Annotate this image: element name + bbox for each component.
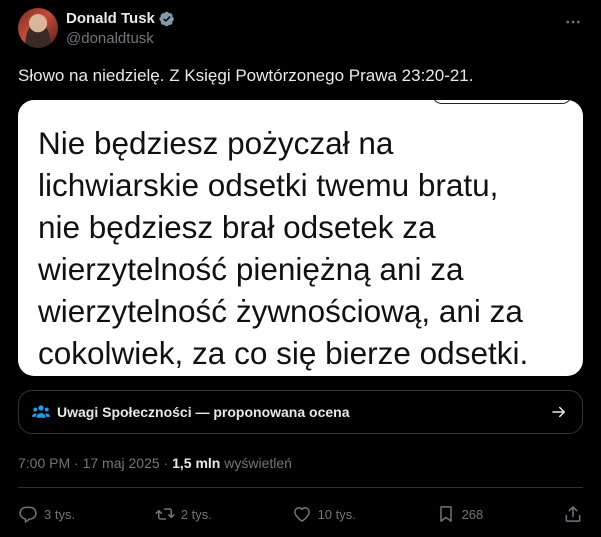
verified-badge-icon[interactable] [159,11,175,27]
like-count: 10 tys. [317,506,356,522]
reply-count: 3 tys. [44,506,76,522]
tweet-text: Słowo na niedzielę. Z Księgi Powtórzoneg… [18,66,474,85]
tweet-image[interactable]: Nie będziesz pożyczał na lichwiarskie od… [18,100,583,376]
action-bar: 3 tys. 2 tys. 10 tys. 268 [18,500,583,528]
bookmark-count: 268 [461,506,484,522]
tweet-header: Donald Tusk @donaldtusk [18,8,583,52]
image-text: Nie będziesz pożyczał na lichwiarskie od… [38,122,528,374]
bookmark-button[interactable]: 268 [436,504,484,524]
name-row: Donald Tusk [66,10,175,27]
tweet-date[interactable]: 17 maj 2025 [83,455,160,471]
reply-icon [19,506,37,523]
image-crop-edge [432,100,572,104]
repost-count: 2 tys. [180,506,212,522]
author-display-name[interactable]: Donald Tusk [66,10,155,27]
image-text-line: cokolwiek, za co się bierze odsetki. [38,335,529,371]
divider [18,487,583,488]
bookmark-icon [439,506,452,522]
repost-icon [155,508,175,520]
author-info: Donald Tusk @donaldtusk [66,10,175,47]
community-notes-label: Uwagi Społeczności — proponowana ocena [57,404,350,420]
author-handle[interactable]: @donaldtusk [66,30,175,47]
image-text-line: Nie będziesz pożyczał na [38,125,394,161]
image-text-line: nie będziesz brał odsetek za [38,209,436,245]
image-text-line: lichwiarskie odsetki twemu bratu, [38,167,499,203]
tweet-time[interactable]: 7:00 PM [18,455,70,471]
repost-button[interactable]: 2 tys. [155,504,212,524]
more-icon[interactable] [563,12,583,32]
like-icon [293,507,310,522]
community-notes-banner[interactable]: Uwagi Społeczności — proponowana ocena [18,390,583,434]
arrow-right-icon [552,406,565,418]
meta-separator: · [74,455,79,471]
image-text-line: wierzytelność żywnościową, ani za [38,293,523,329]
views-label: wyświetleń [224,455,292,471]
like-button[interactable]: 10 tys. [292,504,356,524]
share-icon[interactable] [563,504,583,524]
tweet-meta: 7:00 PM · 17 maj 2025 · 1,5 mln wyświetl… [18,455,292,471]
avatar[interactable] [18,8,58,48]
reply-button[interactable]: 3 tys. [18,504,75,524]
community-notes-icon [32,405,50,418]
views-count: 1,5 mln [172,455,221,471]
image-text-line: wierzytelność pieniężną ani za [38,251,464,287]
